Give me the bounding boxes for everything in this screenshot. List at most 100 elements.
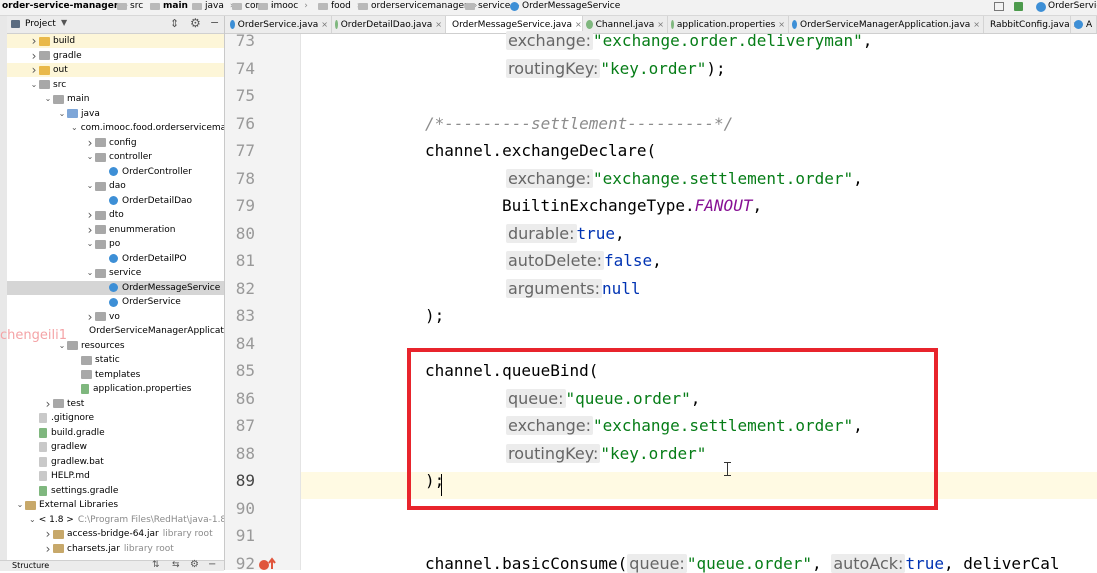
editor-tab[interactable]: A xyxy=(1071,16,1097,33)
code-line[interactable]: routingKey: "key.order"); xyxy=(506,58,726,78)
chevron-down-icon[interactable]: ▼ xyxy=(61,18,67,27)
tree-item[interactable]: › dto xyxy=(7,208,224,222)
window-icon[interactable] xyxy=(994,2,1004,11)
chevron-down-icon[interactable]: ⌄ xyxy=(71,121,78,135)
structure-expand-icon[interactable]: ⇆ xyxy=(172,560,180,570)
chevron-right-icon[interactable]: › xyxy=(43,397,53,411)
tree-item[interactable]: static xyxy=(7,353,224,367)
breadcrumb-item[interactable]: imooc › xyxy=(258,1,308,11)
code-line[interactable]: channel.exchangeDeclare( xyxy=(425,141,656,160)
tree-item[interactable]: ⌄ < 1.8 > C:\Program Files\RedHat\java-1.8… xyxy=(7,513,224,527)
tree-item[interactable]: OrderController xyxy=(7,165,224,179)
breadcrumb-item[interactable]: main› xyxy=(150,1,198,11)
tree-item[interactable]: ⌄ src xyxy=(7,78,224,92)
tree-item[interactable]: gradlew xyxy=(7,440,224,454)
chevron-down-icon[interactable]: ⌄ xyxy=(85,179,95,193)
tree-item[interactable]: ⌄ po xyxy=(7,237,224,251)
chevron-down-icon[interactable]: ⌄ xyxy=(57,107,67,121)
chevron-right-icon[interactable]: › xyxy=(85,136,95,150)
code-line[interactable]: ); xyxy=(425,306,444,325)
chevron-down-icon[interactable]: ⌄ xyxy=(29,78,39,92)
tree-item[interactable]: OrderMessageService xyxy=(7,280,224,295)
editor-tab[interactable]: RabbitConfig.java× xyxy=(984,16,1079,33)
chevron-down-icon[interactable]: ⌄ xyxy=(29,513,36,527)
tree-item[interactable]: OrderDetailPO xyxy=(7,252,224,266)
tree-item[interactable]: › build xyxy=(7,34,224,48)
tree-item[interactable]: ⌄ controller xyxy=(7,150,224,164)
tree-item[interactable]: › access-bridge-64.jar library root xyxy=(7,527,224,541)
chevron-right-icon[interactable]: › xyxy=(29,63,39,77)
override-marker-icon[interactable] xyxy=(258,557,280,570)
tree-item[interactable]: OrderService xyxy=(7,295,224,309)
close-icon[interactable]: × xyxy=(321,20,328,29)
tree-item[interactable]: build.gradle xyxy=(7,426,224,440)
tree-item[interactable]: templates xyxy=(7,368,224,382)
code-line[interactable]: autoDelete: false, xyxy=(506,251,662,270)
breadcrumb-item[interactable]: OrderMessageService xyxy=(510,1,620,11)
breadcrumb-item[interactable]: food› xyxy=(318,1,361,11)
chevron-down-icon[interactable]: ⌄ xyxy=(85,237,95,251)
run-config-icon[interactable] xyxy=(1036,2,1046,12)
tree-item[interactable]: HELP.md xyxy=(7,469,224,483)
structure-minimize-icon[interactable]: − xyxy=(208,559,216,570)
editor-tab[interactable]: OrderDetailDao.java × xyxy=(332,16,446,33)
close-icon[interactable]: × xyxy=(657,20,664,29)
tree-item[interactable]: OrderDetailDao xyxy=(7,194,224,208)
breadcrumb-item[interactable]: src› xyxy=(117,1,153,11)
chevron-down-icon[interactable]: ⌄ xyxy=(85,150,95,164)
tree-item-label: controller xyxy=(109,152,152,162)
chevron-down-icon[interactable]: ⌄ xyxy=(85,266,95,280)
structure-sort-icon[interactable]: ⇅ xyxy=(152,560,160,570)
tree-item[interactable]: gradlew.bat xyxy=(7,455,224,469)
hammer-icon[interactable] xyxy=(1014,2,1023,11)
code-line[interactable]: exchange: "exchange.order.deliveryman", xyxy=(506,31,872,50)
code-line[interactable]: /*---------settlement---------*/ xyxy=(425,114,733,133)
project-panel-title[interactable]: Project xyxy=(25,19,56,29)
code-line[interactable]: arguments: null xyxy=(506,278,641,298)
gear-icon[interactable]: ⚙ xyxy=(190,16,201,30)
tree-item[interactable]: › test xyxy=(7,397,224,411)
tree-item[interactable]: ⌄ dao xyxy=(7,179,224,193)
chevron-right-icon[interactable]: › xyxy=(29,49,39,63)
tree-item[interactable]: › enummeration xyxy=(7,223,224,237)
breadcrumb-item[interactable]: order-service-manager› xyxy=(2,1,128,11)
close-icon[interactable]: × xyxy=(973,20,980,29)
tree-item[interactable]: .gitignore xyxy=(7,411,224,425)
chevron-right-icon[interactable]: › xyxy=(43,527,53,541)
breadcrumb-item[interactable]: orderservicemanager › xyxy=(358,1,477,11)
chevron-right-icon[interactable]: › xyxy=(43,542,53,556)
tree-item[interactable]: ⌄ service xyxy=(7,266,224,280)
close-icon[interactable]: × xyxy=(575,20,582,29)
collapse-all-icon[interactable]: ⇕ xyxy=(170,17,179,30)
code-line[interactable]: exchange: "exchange.settlement.order", xyxy=(506,168,863,188)
chevron-down-icon[interactable]: ⌄ xyxy=(43,92,53,106)
structure-tab[interactable]: Structure xyxy=(12,561,49,570)
project-tree[interactable]: › build › gradle › out ⌄ src ⌄ main ⌄ java ⌄ com.imoo… xyxy=(7,34,224,560)
tree-item[interactable]: › vo xyxy=(7,310,224,324)
tree-item[interactable]: › gradle xyxy=(7,49,224,63)
chevron-down-icon[interactable]: ⌄ xyxy=(15,498,25,512)
code-line[interactable]: durable: true, xyxy=(506,223,625,243)
tree-item[interactable]: ⌄com.imooc.food.orderservicemanager xyxy=(7,121,224,135)
chevron-right-icon[interactable]: › xyxy=(29,34,39,48)
close-icon[interactable]: × xyxy=(778,20,785,29)
chevron-right-icon[interactable]: › xyxy=(85,223,95,237)
tree-item-label: static xyxy=(95,355,120,365)
code-line[interactable]: BuiltinExchangeType.FANOUT, xyxy=(502,196,762,215)
tree-item[interactable]: › config xyxy=(7,136,224,150)
breadcrumb-item[interactable]: java› xyxy=(192,1,233,11)
tree-item[interactable]: ⌄ java xyxy=(7,107,224,121)
editor-tab-label: OrderMessageService.java xyxy=(452,19,573,30)
tree-item[interactable]: application.properties xyxy=(7,382,224,396)
run-config-label[interactable]: OrderServic xyxy=(1048,1,1097,11)
minimize-icon[interactable]: − xyxy=(210,16,219,29)
close-icon[interactable]: × xyxy=(435,20,442,29)
tree-item[interactable]: › out xyxy=(7,63,224,77)
chevron-right-icon[interactable]: › xyxy=(85,310,95,324)
tree-item[interactable]: ⌄ main xyxy=(7,92,224,106)
tree-item[interactable]: › charsets.jar library root xyxy=(7,542,224,556)
tree-item[interactable]: ⌄ External Libraries xyxy=(7,498,224,512)
chevron-right-icon[interactable]: › xyxy=(85,208,95,222)
structure-gear-icon[interactable]: ⚙ xyxy=(190,559,199,570)
tree-item[interactable]: settings.gradle xyxy=(7,484,224,498)
